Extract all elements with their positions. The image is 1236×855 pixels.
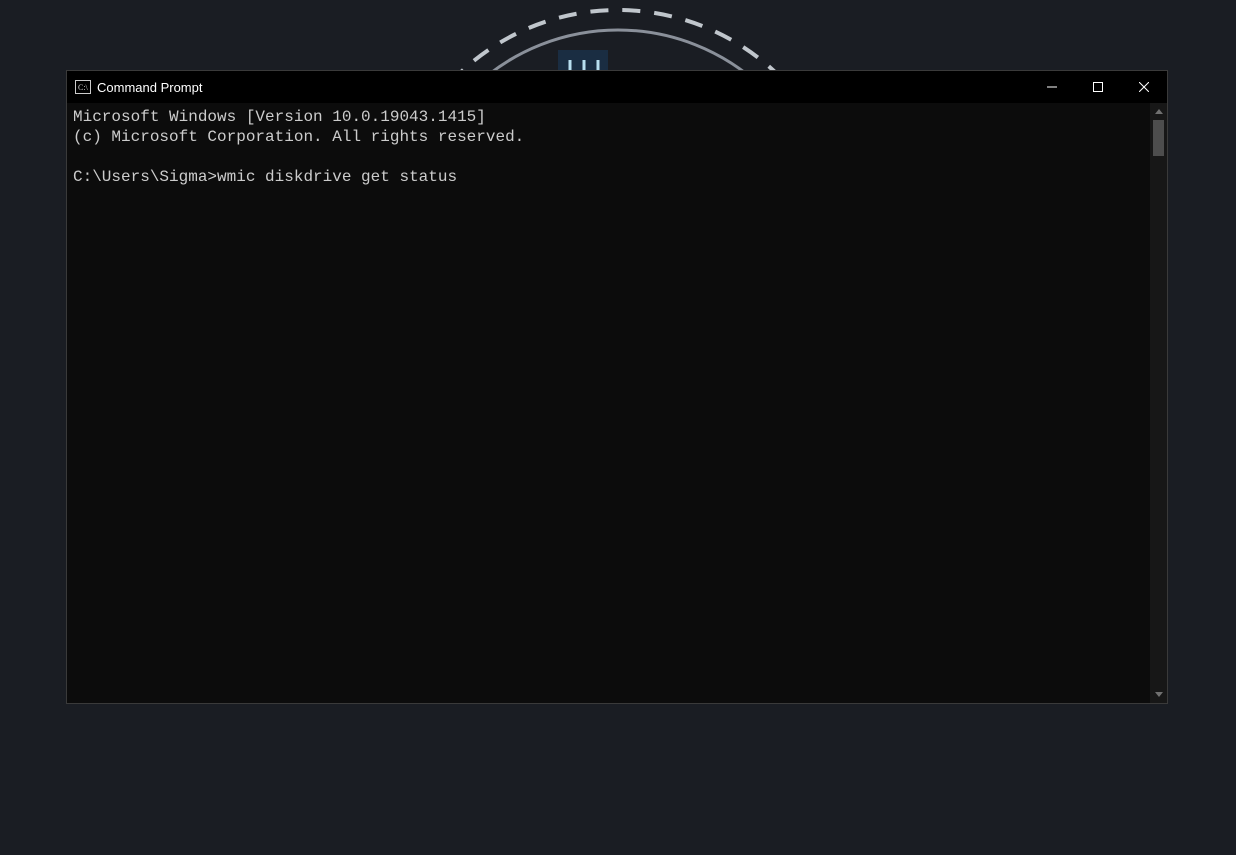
scroll-thumb[interactable] xyxy=(1153,120,1164,156)
minimize-button[interactable] xyxy=(1029,71,1075,103)
prompt: C:\Users\Sigma> xyxy=(73,168,217,186)
output-line-1: Microsoft Windows [Version 10.0.19043.14… xyxy=(73,108,486,126)
title-bar[interactable]: C:\ Command Prompt xyxy=(67,71,1167,103)
window-title: Command Prompt xyxy=(97,80,1029,95)
command-prompt-window: C:\ Command Prompt Microsoft Windows [Ve… xyxy=(66,70,1168,704)
scroll-up-arrow-icon[interactable] xyxy=(1150,103,1167,120)
terminal-output: Microsoft Windows [Version 10.0.19043.14… xyxy=(73,107,1161,187)
cmd-icon: C:\ xyxy=(75,79,91,95)
vertical-scrollbar[interactable] xyxy=(1150,103,1167,703)
typed-command: wmic diskdrive get status xyxy=(217,168,457,186)
svg-text:C:\: C:\ xyxy=(78,83,89,92)
close-button[interactable] xyxy=(1121,71,1167,103)
maximize-button[interactable] xyxy=(1075,71,1121,103)
terminal-body[interactable]: Microsoft Windows [Version 10.0.19043.14… xyxy=(67,103,1167,703)
window-controls xyxy=(1029,71,1167,103)
scroll-track[interactable] xyxy=(1150,120,1167,686)
scroll-down-arrow-icon[interactable] xyxy=(1150,686,1167,703)
output-line-2: (c) Microsoft Corporation. All rights re… xyxy=(73,128,524,146)
